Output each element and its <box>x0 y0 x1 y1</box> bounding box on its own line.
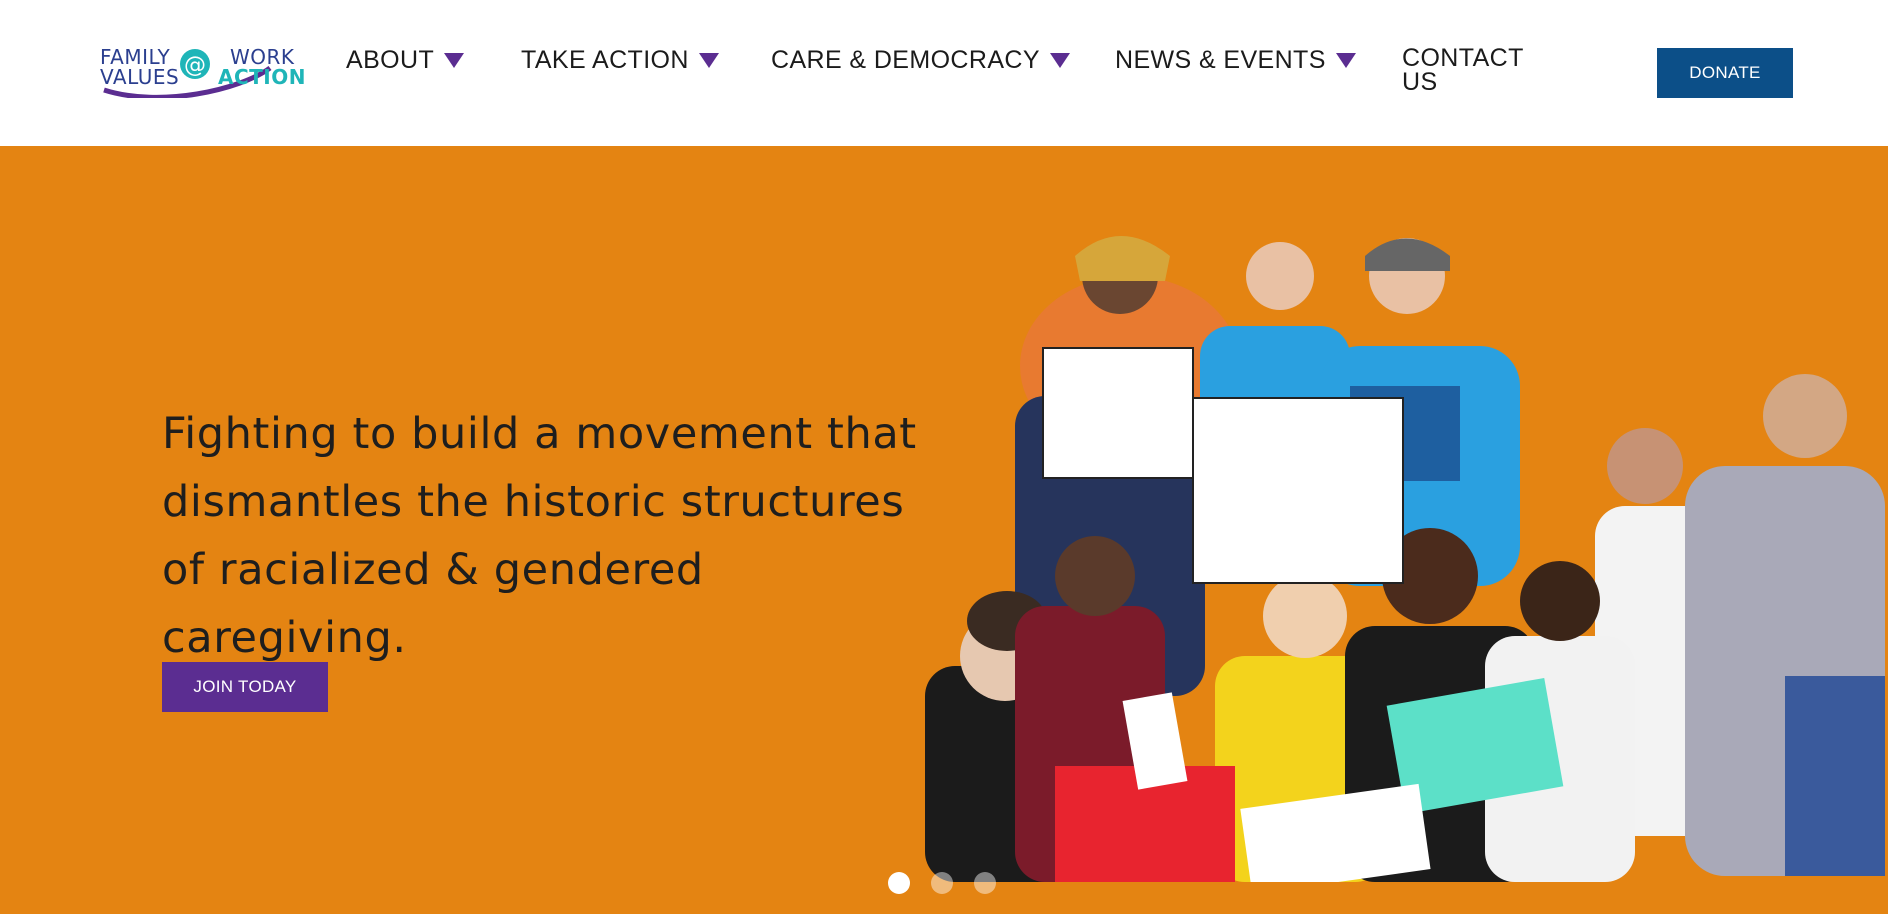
nav-item-label: CONTACT US <box>1402 44 1524 96</box>
carousel-dot-3[interactable] <box>974 872 996 894</box>
nav-item-about[interactable]: ABOUT <box>346 46 465 74</box>
nav-item-label: ABOUT <box>346 46 435 74</box>
nav-item-label: NEWS & EVENTS <box>1115 46 1326 74</box>
caret-down-icon <box>1335 53 1356 68</box>
hero-headline: Fighting to build a movement that disman… <box>162 409 917 663</box>
caret-down-icon <box>698 53 719 68</box>
caret-down-icon <box>1049 53 1070 68</box>
hero-photo <box>925 236 1888 882</box>
caret-down-icon <box>444 53 465 68</box>
nav-item-label: TAKE ACTION <box>521 46 689 74</box>
main-nav: ABOUT TAKE ACTION CARE & DEMOCRACY NEWS … <box>0 46 1888 106</box>
carousel-dot-1[interactable] <box>888 872 910 894</box>
nav-item-contact-us[interactable]: CONTACT US <box>1402 44 1542 96</box>
join-today-button[interactable]: JOIN TODAY <box>162 662 328 712</box>
nav-item-take-action[interactable]: TAKE ACTION <box>521 46 719 74</box>
hero-banner: Fighting to build a movement that disman… <box>0 146 1888 914</box>
site-header: @ FAMILY VALUES WORK ACTION ABOUT TAKE A… <box>0 0 1888 146</box>
donate-button[interactable]: DONATE <box>1657 48 1793 98</box>
nav-item-label: CARE & DEMOCRACY <box>771 46 1040 74</box>
carousel-dot-2[interactable] <box>931 872 953 894</box>
nav-item-care-democracy[interactable]: CARE & DEMOCRACY <box>771 46 1070 74</box>
nav-item-news-events[interactable]: NEWS & EVENTS <box>1115 46 1356 74</box>
